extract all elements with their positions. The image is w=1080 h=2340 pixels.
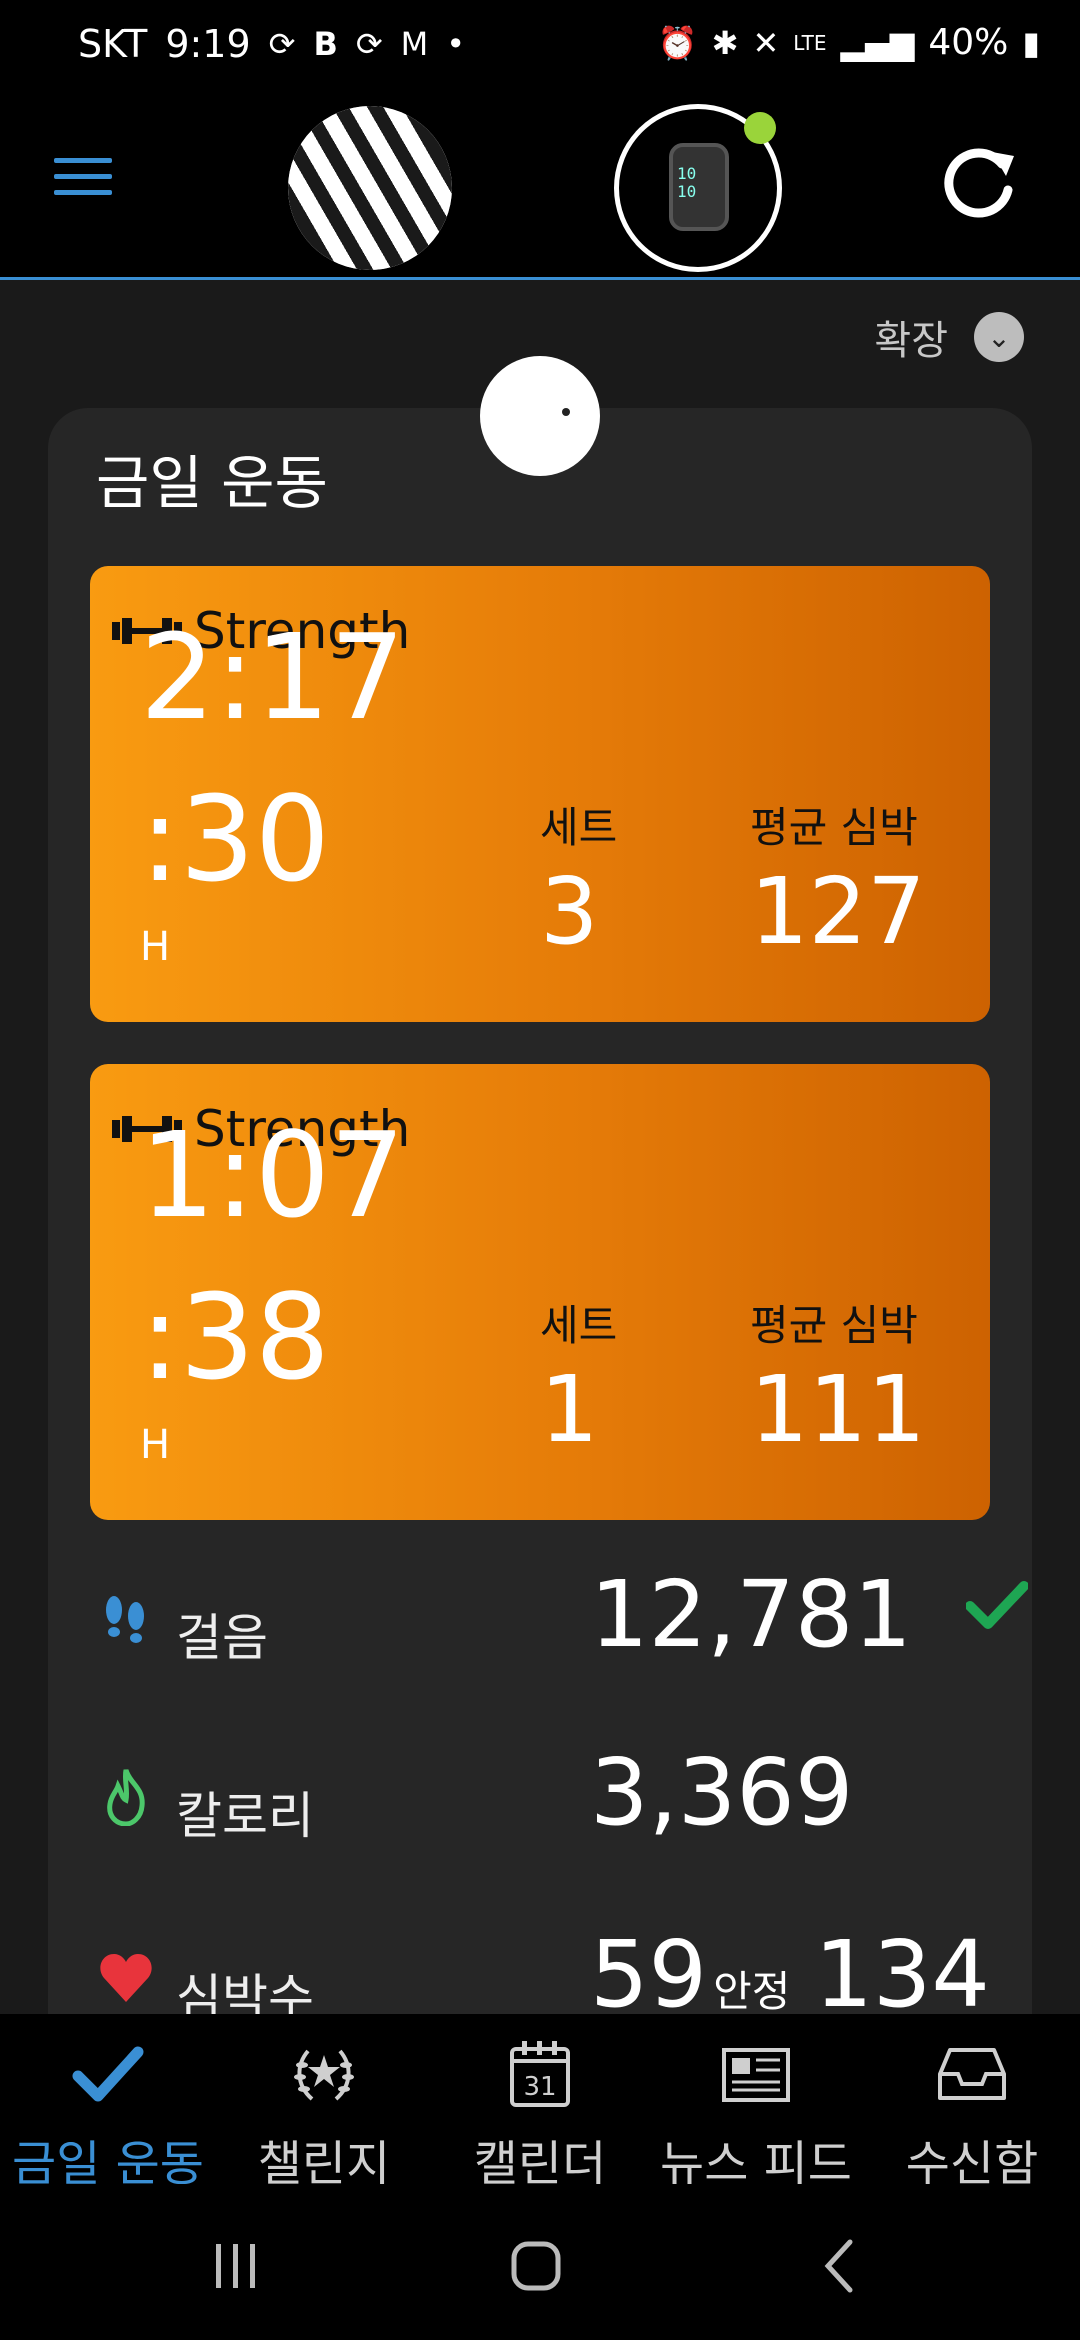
calories-label: 칼로리 — [176, 1787, 314, 1845]
resting-hr-label: 안정 — [713, 1967, 791, 2016]
activity-duration-seconds: :30 — [140, 770, 330, 908]
avg-hr-value: 127 — [750, 858, 926, 965]
sets-value: 3 — [540, 858, 599, 965]
activity-duration-hours: 1:07 — [140, 1106, 405, 1244]
activity-duration-unit: H — [140, 1422, 171, 1468]
expand-label: 확장 — [874, 318, 948, 364]
app-header: 10 10 — [0, 96, 1080, 280]
sets-label: 세트 — [540, 1301, 618, 1350]
expand-toggle[interactable]: 확장 ⌄ — [874, 308, 1024, 366]
battery-percent: 40% — [928, 22, 1009, 63]
calories-value: 3,369 — [590, 1739, 854, 1846]
sets-label: 세트 — [540, 803, 618, 852]
calendar-icon: 31 — [510, 2041, 570, 2107]
battery-icon: ▮ — [1022, 23, 1040, 62]
flame-icon — [107, 1769, 145, 1826]
recent-apps-icon[interactable] — [206, 2236, 266, 2296]
mute-icon: ✕ — [752, 23, 780, 62]
connection-status-dot — [744, 112, 776, 144]
sync-status-icon: ⟳ — [268, 25, 296, 63]
status-bar: SKT 9:19 ⟳ B ⟳ M • ⏰ ✱ ✕ LTE ▂▄▆ 40% ▮ — [0, 0, 1080, 96]
avg-hr-label: 평균 심박 — [750, 803, 918, 852]
nav-newsfeed[interactable]: 뉴스 피드 — [648, 2038, 864, 2194]
nav-calendar[interactable]: 31 캘린더 — [432, 2038, 648, 2194]
steps-label: 걸음 — [176, 1609, 268, 1667]
floating-action-button[interactable] — [480, 356, 600, 476]
chevron-down-icon: ⌄ — [974, 312, 1024, 362]
today-activity-card: 금일 운동 Strength 2:17 :30 H 세트 3 평균 심박 127 — [48, 408, 1032, 2126]
nav-challenges[interactable]: 챌린지 — [216, 2038, 432, 2194]
status-right: ⏰ ✱ ✕ LTE ▂▄▆ 40% ▮ — [658, 22, 1040, 63]
lte-icon: LTE — [793, 30, 827, 55]
steps-value: 12,781 — [590, 1561, 912, 1668]
goal-checkmark-icon — [966, 1581, 1028, 1629]
bottom-navigation: 금일 운동 챌린지 31 캘린더 뉴스 피드 수신함 — [0, 2014, 1080, 2192]
more-notifications-icon: • — [446, 25, 466, 63]
back-icon[interactable] — [810, 2236, 870, 2296]
activity-duration-unit: H — [140, 924, 171, 970]
signal-icon: ▂▄▆ — [840, 23, 915, 62]
nav-inbox[interactable]: 수신함 — [864, 2038, 1080, 2194]
steps-row[interactable]: 걸음 12,781 — [96, 1560, 1028, 1680]
heart-icon — [100, 1954, 152, 2002]
home-icon[interactable] — [506, 2236, 566, 2296]
activity-duration-seconds: :38 — [140, 1268, 330, 1406]
avg-hr-value: 111 — [750, 1356, 926, 1463]
checkmark-icon — [72, 2046, 144, 2102]
avg-hr-label: 평균 심박 — [750, 1301, 918, 1350]
carrier-label: SKT — [78, 22, 148, 66]
b-app-icon: B — [313, 25, 338, 63]
hamburger-menu-icon[interactable] — [54, 158, 112, 202]
sets-value: 1 — [540, 1356, 599, 1463]
refresh-status-icon: ⟳ — [355, 25, 383, 63]
avatar-image — [288, 106, 452, 270]
inbox-icon — [938, 2048, 1006, 2100]
calories-row[interactable]: 칼로리 3,369 — [96, 1738, 996, 1858]
sync-icon[interactable] — [940, 144, 1020, 224]
clock: 9:19 — [165, 22, 251, 66]
activity-tile[interactable]: Strength 2:17 :30 H 세트 3 평균 심박 127 — [90, 566, 990, 1022]
high-hr-value: 134 — [814, 1921, 990, 2028]
activity-duration-hours: 2:17 — [140, 608, 405, 746]
nav-today[interactable]: 금일 운동 — [0, 2038, 216, 2194]
calendar-day: 31 — [523, 2072, 556, 2102]
bluetooth-icon: ✱ — [711, 23, 739, 62]
newspaper-icon — [722, 2048, 790, 2102]
smartwatch-icon: 10 10 — [669, 143, 729, 231]
mail-icon: M — [400, 25, 429, 63]
laurel-icon — [294, 2049, 354, 2101]
footprints-icon — [106, 1596, 144, 1643]
system-navigation-bar — [0, 2184, 1080, 2340]
activity-tile[interactable]: Strength 1:07 :38 H 세트 1 평균 심박 111 — [90, 1064, 990, 1520]
avatar[interactable] — [288, 106, 452, 270]
resting-hr-value: 59 — [590, 1921, 708, 2028]
card-title: 금일 운동 — [96, 449, 328, 517]
alarm-icon: ⏰ — [657, 23, 698, 62]
status-left: SKT 9:19 ⟳ B ⟳ M • — [78, 22, 465, 66]
watch-time: 10 10 — [677, 164, 697, 201]
